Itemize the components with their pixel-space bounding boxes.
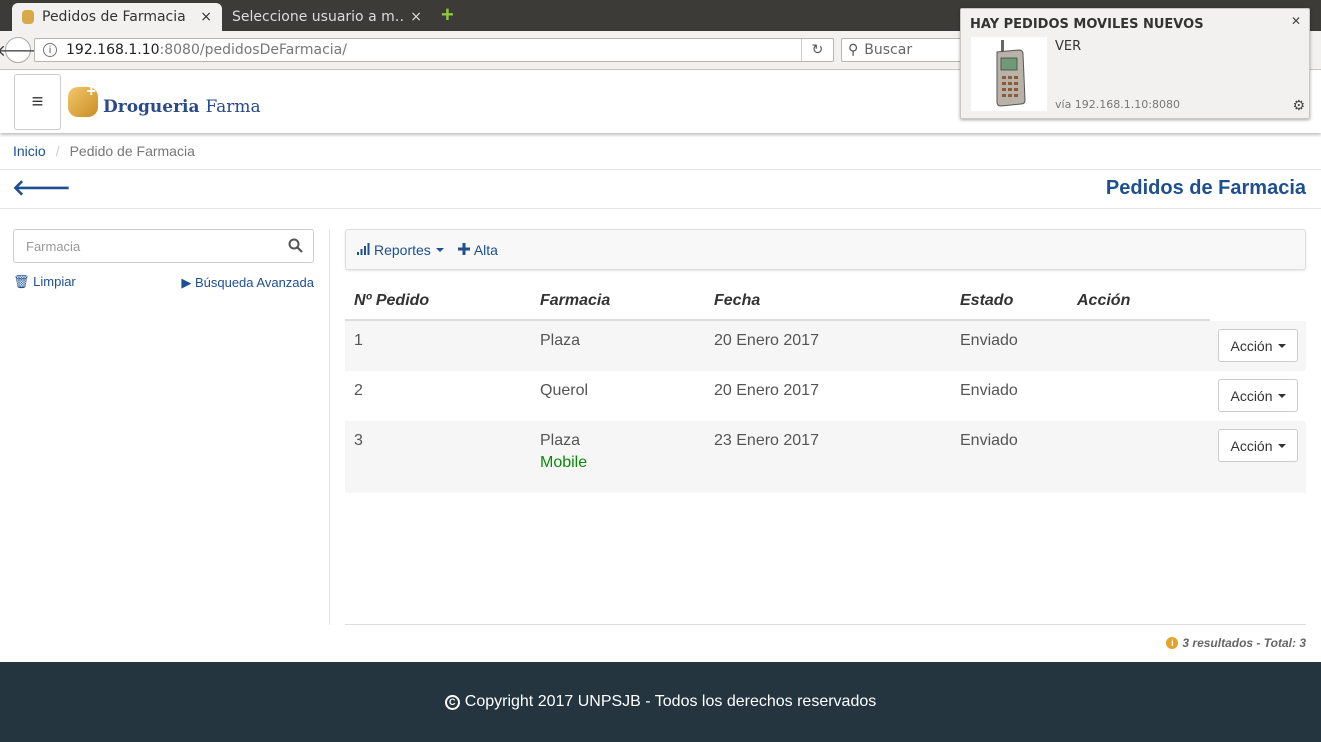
divider bbox=[345, 624, 1306, 625]
cell-estado: Enviado bbox=[960, 432, 1018, 449]
logo[interactable]: Drogueria Farma bbox=[68, 83, 261, 117]
browser-tab-inactive[interactable]: Seleccione usuario a m… × bbox=[222, 3, 432, 31]
cell-id: 1 bbox=[354, 332, 363, 349]
gear-icon[interactable]: ⚙ bbox=[1292, 98, 1305, 114]
breadcrumb-separator: / bbox=[55, 143, 60, 159]
browser-tab-active[interactable]: Pedidos de Farmacia × bbox=[12, 3, 222, 31]
footer-text: Copyright 2017 UNPSJB - Todos los derech… bbox=[464, 693, 877, 710]
notification-title: HAY PEDIDOS MOVILES NUEVOS bbox=[970, 17, 1204, 32]
cell-farmacia: Querol bbox=[540, 382, 588, 400]
cell-id: 3 bbox=[354, 432, 363, 449]
cell-estado: Enviado bbox=[960, 382, 1018, 399]
results-text: 3 resultados - Total: 3 bbox=[1182, 636, 1306, 650]
column-header: Acción bbox=[1077, 292, 1131, 309]
close-icon[interactable]: ✕ bbox=[1291, 14, 1301, 28]
cell-fecha: 20 Enero 2017 bbox=[714, 332, 819, 349]
copyright-icon: C bbox=[444, 694, 460, 710]
logo-text-light: Farma bbox=[205, 97, 261, 117]
url-path: :8080/pedidosDeFarmacia/ bbox=[159, 42, 347, 58]
table-header: Nº Pedido Farmacia Fecha Estado Acción bbox=[345, 282, 1210, 321]
sidebar-divider bbox=[329, 229, 330, 625]
column-header[interactable]: Estado bbox=[960, 292, 1013, 310]
cell-farmacia: Plaza bbox=[540, 332, 580, 350]
page-title: Pedidos de Farmacia bbox=[1105, 177, 1306, 199]
caret-down-icon bbox=[1277, 343, 1286, 348]
footer: C Copyright 2017 UNPSJB - Todos los dere… bbox=[0, 662, 1321, 742]
toolbar: Reportes Alta bbox=[345, 229, 1306, 270]
plus-icon bbox=[457, 242, 470, 258]
trash-icon: 🗑 bbox=[13, 274, 30, 289]
breadcrumb-home-link[interactable]: Inicio bbox=[13, 143, 46, 159]
action-dropdown-button[interactable]: Acción bbox=[1218, 379, 1298, 412]
cell-id: 2 bbox=[354, 382, 363, 399]
logo-icon bbox=[68, 83, 98, 117]
hamburger-icon: ≡ bbox=[31, 90, 44, 113]
browser-back-button[interactable]: 🡐 bbox=[0, 37, 39, 63]
table-row: 1 Plaza 20 Enero 2017 Enviado Acción bbox=[345, 321, 1306, 371]
results-summary: i 3 resultados - Total: 3 bbox=[1166, 636, 1306, 650]
new-tab-button[interactable]: + bbox=[441, 4, 454, 26]
action-dropdown-button[interactable]: Acción bbox=[1218, 329, 1298, 362]
caret-down-icon bbox=[1277, 443, 1286, 448]
farmacia-name: Querol bbox=[540, 382, 589, 399]
advanced-search-link[interactable]: ▶ Búsqueda Avanzada bbox=[181, 275, 314, 291]
action-label: Acción bbox=[1230, 437, 1273, 454]
farmacia-name: Plaza bbox=[540, 432, 581, 449]
orders-table: Nº Pedido Farmacia Fecha Estado Acción 1… bbox=[345, 282, 1306, 493]
tab-close-icon[interactable]: × bbox=[410, 9, 422, 25]
menu-toggle-button[interactable]: ≡ bbox=[14, 74, 61, 130]
action-label: Acción bbox=[1230, 387, 1273, 404]
farmacia-filter-input[interactable]: Farmacia bbox=[13, 229, 314, 263]
search-icon[interactable] bbox=[288, 238, 303, 257]
add-button[interactable]: Alta bbox=[457, 241, 498, 258]
tab-close-icon[interactable]: × bbox=[200, 9, 212, 25]
add-label: Alta bbox=[473, 241, 498, 258]
divider bbox=[0, 208, 1321, 209]
reports-label: Reportes bbox=[374, 241, 431, 258]
breadcrumb-current: Pedido de Farmacia bbox=[69, 143, 195, 159]
notification-body[interactable]: VER bbox=[1055, 39, 1081, 54]
action-dropdown-button[interactable]: Acción bbox=[1218, 429, 1298, 462]
column-header[interactable]: Farmacia bbox=[540, 292, 610, 310]
cell-fecha: 23 Enero 2017 bbox=[714, 432, 819, 449]
mobile-tag: Mobile bbox=[540, 454, 588, 471]
breadcrumb: Inicio / Pedido de Farmacia bbox=[13, 143, 195, 159]
site-info-icon[interactable]: i bbox=[43, 43, 57, 57]
table-row: 3 Plaza Mobile 23 Enero 2017 Enviado Acc… bbox=[345, 421, 1306, 493]
logo-text: Drogueria Farma bbox=[103, 97, 261, 117]
reports-dropdown[interactable]: Reportes bbox=[357, 242, 444, 258]
search-icon: ⚲ bbox=[848, 42, 859, 58]
action-label: Acción bbox=[1230, 337, 1273, 354]
mobile-phone-icon bbox=[971, 37, 1047, 111]
tab-title: Pedidos de Farmacia bbox=[42, 9, 186, 25]
divider bbox=[0, 169, 1321, 170]
browser-search-placeholder: Buscar bbox=[864, 42, 913, 58]
clear-filter-link[interactable]: 🗑 Limpiar bbox=[13, 274, 76, 290]
browser-search-input[interactable]: ⚲ Buscar bbox=[841, 38, 971, 62]
logo-text-bold: Drogueria bbox=[103, 97, 200, 117]
filter-placeholder: Farmacia bbox=[26, 238, 81, 254]
triangle-right-icon: ▶ bbox=[181, 275, 192, 290]
url-host: 192.168.1.10 bbox=[66, 42, 160, 58]
column-header[interactable]: Nº Pedido bbox=[354, 292, 429, 310]
arrow-left-icon[interactable]: 🡐 bbox=[12, 175, 71, 201]
desktop-notification[interactable]: HAY PEDIDOS MOVILES NUEVOS ✕ VER vía 192… bbox=[960, 8, 1310, 119]
table-row: 2 Querol 20 Enero 2017 Enviado Acción bbox=[345, 371, 1306, 421]
caret-down-icon bbox=[1277, 393, 1286, 398]
reload-icon[interactable]: ↻ bbox=[801, 39, 833, 61]
info-icon: i bbox=[1166, 637, 1179, 649]
advanced-search-label: Búsqueda Avanzada bbox=[194, 275, 314, 290]
cell-farmacia: Plaza Mobile bbox=[540, 432, 587, 472]
cell-fecha: 20 Enero 2017 bbox=[714, 382, 819, 399]
clear-filter-label: Limpiar bbox=[33, 274, 76, 289]
cell-estado: Enviado bbox=[960, 332, 1018, 349]
farmacia-name: Plaza bbox=[540, 332, 581, 349]
favicon-icon bbox=[22, 10, 34, 24]
column-header[interactable]: Fecha bbox=[714, 292, 760, 310]
notification-source: vía 192.168.1.10:8080 bbox=[1055, 98, 1180, 111]
url-bar[interactable]: i 192.168.1.10:8080/pedidosDeFarmacia/ ↻ bbox=[34, 38, 834, 62]
signal-bars-icon bbox=[357, 242, 370, 258]
tab-title: Seleccione usuario a m… bbox=[232, 9, 405, 25]
caret-down-icon bbox=[435, 247, 444, 252]
